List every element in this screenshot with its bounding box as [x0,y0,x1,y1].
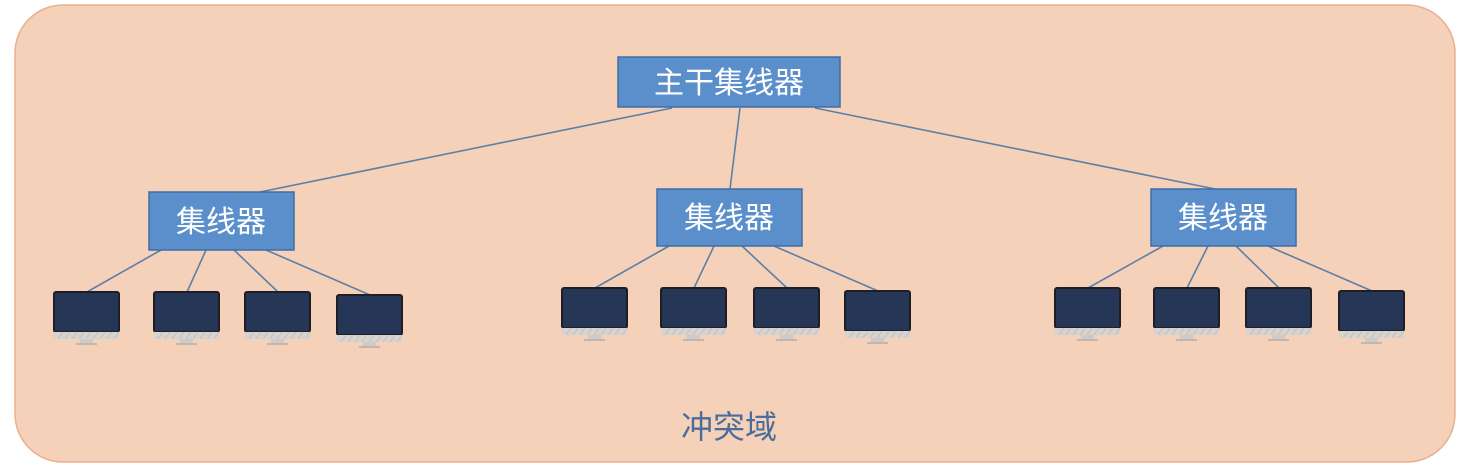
computer-monitor-icon [153,291,220,345]
computer-monitor-icon [1153,287,1220,341]
backbone-hub-label: 主干集线器 [654,66,804,101]
computer-monitor-icon [753,287,820,341]
hub-label: 集线器 [1178,201,1268,236]
computer-monitor-icon [53,291,120,345]
computer-monitor-icon [660,287,727,341]
collision-domain-diagram: 主干集线器 集线器 集线器 集线器 冲突域 [14,4,1456,463]
hub-label: 集线器 [176,205,266,240]
computer-monitor-icon [561,287,628,341]
computer-monitor-icon [244,291,311,345]
hub-1: 集线器 [148,191,295,251]
computer-monitor-icon [336,294,403,348]
computer-monitor-icon [844,290,911,344]
hub-3: 集线器 [1150,188,1297,247]
computer-monitor-icon [1338,290,1405,344]
computer-monitor-icon [1054,287,1121,341]
hub-2: 集线器 [656,188,803,247]
collision-domain-label: 冲突域 [681,408,777,446]
backbone-hub: 主干集线器 [617,56,841,108]
computer-monitor-icon [1245,287,1312,341]
hub-label: 集线器 [684,201,774,236]
